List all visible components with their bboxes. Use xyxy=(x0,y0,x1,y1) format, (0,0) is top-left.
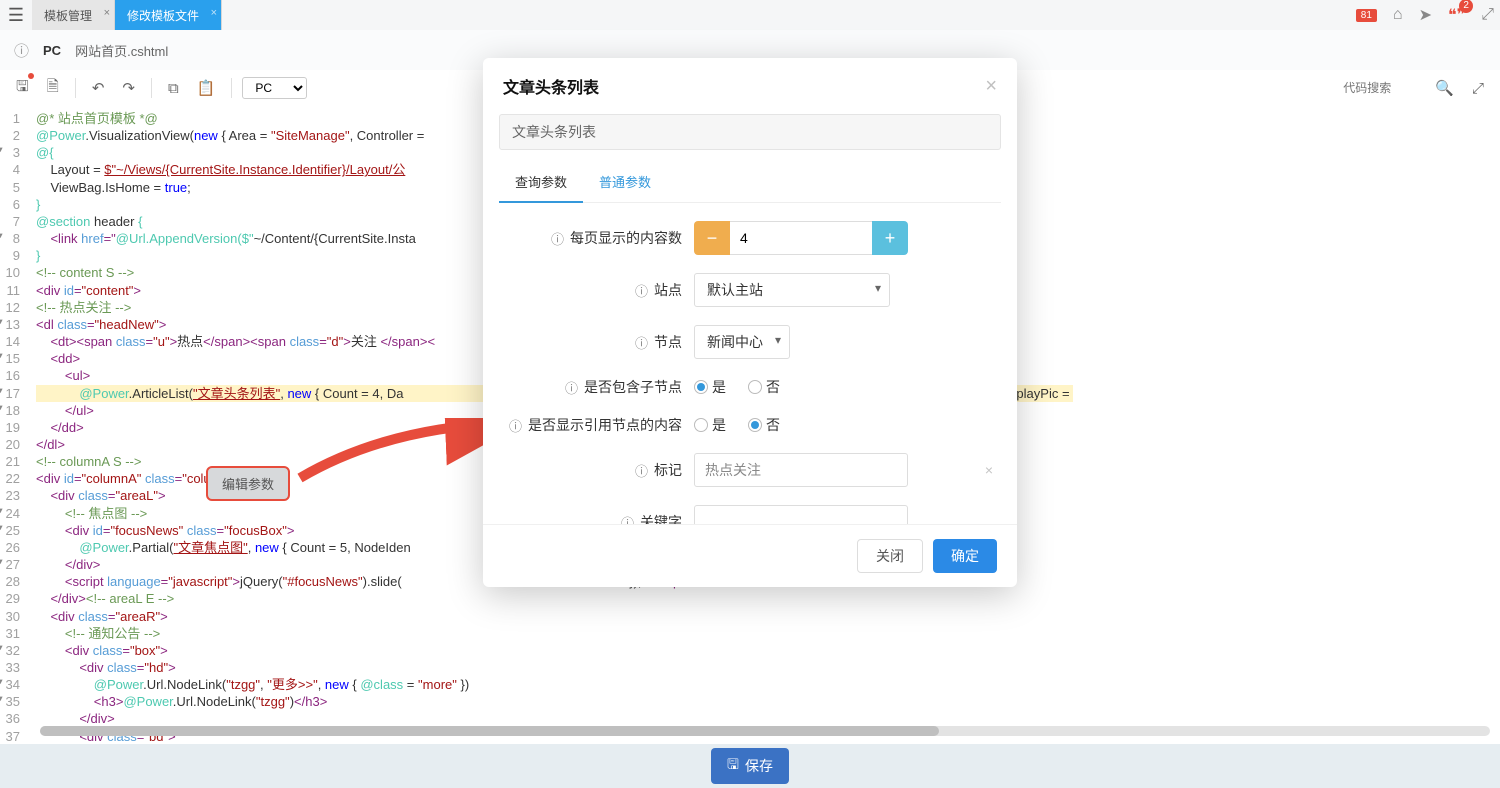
per-page-input[interactable] xyxy=(730,221,872,255)
info-icon: ⓘ xyxy=(551,229,564,248)
params-modal: 文章头条列表 × 查询参数普通参数 ⓘ 每页显示的内容数 − + ⓘ 站点 默认主站… xyxy=(483,58,1017,587)
undo-icon[interactable]: ↶ xyxy=(86,75,111,101)
top-tab-bar: ☰ 模板管理×修改模板文件× 81 ⌂ ➤ ❝❞2 ⤢ xyxy=(0,0,1500,30)
close-icon[interactable]: × xyxy=(985,75,997,98)
save-button[interactable]: 🖫 保存 xyxy=(711,748,789,784)
tag-label: 标记 xyxy=(654,460,682,480)
per-page-label: 每页显示的内容数 xyxy=(570,228,682,248)
info-icon[interactable]: ⓘ xyxy=(14,40,29,61)
site-label: 站点 xyxy=(654,280,682,300)
show-ref-label: 是否显示引用节点的内容 xyxy=(528,415,682,435)
redo-icon[interactable]: ↷ xyxy=(116,75,141,101)
node-select[interactable]: 新闻中心 xyxy=(694,325,790,359)
file-name: 网站首页.cshtml xyxy=(75,41,168,60)
chat-badge: 2 xyxy=(1459,0,1473,13)
show-ref-yes[interactable]: 是 xyxy=(694,415,726,435)
close-icon[interactable]: × xyxy=(211,7,217,19)
horizontal-scrollbar[interactable] xyxy=(40,726,1490,736)
chat-icon[interactable]: ❝❞2 xyxy=(1448,5,1465,25)
stepper-minus-button[interactable]: − xyxy=(694,221,730,255)
per-page-stepper: − + xyxy=(694,221,908,255)
keyword-label: 关键字 xyxy=(640,512,682,524)
paste-icon[interactable]: 📋 xyxy=(191,75,222,101)
save-button-label: 保存 xyxy=(745,756,773,776)
new-file-icon[interactable]: 🗎 xyxy=(41,72,65,105)
save-icon: 🖫 xyxy=(727,754,739,778)
copy-icon[interactable]: ⧉ xyxy=(162,76,185,101)
save-icon[interactable]: 🖫 xyxy=(10,72,35,105)
expand-icon[interactable]: ⤢ xyxy=(1466,76,1490,101)
info-icon: ⓘ xyxy=(621,513,634,525)
show-ref-no[interactable]: 否 xyxy=(748,415,780,435)
rocket-icon[interactable]: ➤ xyxy=(1419,5,1432,25)
info-icon: ⓘ xyxy=(509,416,522,435)
info-icon: ⓘ xyxy=(635,461,648,480)
include-children-label: 是否包含子节点 xyxy=(584,377,682,397)
annotation-arrow-icon xyxy=(295,418,515,491)
tag-input[interactable] xyxy=(694,453,908,487)
site-select[interactable]: 默认主站 xyxy=(694,273,890,307)
page-tab[interactable]: 模板管理× xyxy=(32,0,115,30)
menu-toggle-icon[interactable]: ☰ xyxy=(0,0,32,30)
page-tab[interactable]: 修改模板文件× xyxy=(115,0,222,30)
platform-label: PC xyxy=(43,43,61,58)
home-icon[interactable]: ⌂ xyxy=(1393,6,1403,24)
include-children-no[interactable]: 否 xyxy=(748,377,780,397)
close-button[interactable]: 关闭 xyxy=(857,539,923,573)
close-icon[interactable]: × xyxy=(104,7,110,19)
info-icon: ⓘ xyxy=(635,333,648,352)
confirm-button[interactable]: 确定 xyxy=(933,539,997,573)
modal-tab[interactable]: 查询参数 xyxy=(499,162,583,203)
info-icon: ⓘ xyxy=(565,378,578,397)
stepper-plus-button[interactable]: + xyxy=(872,221,908,255)
search-icon[interactable]: 🔍 xyxy=(1429,75,1460,101)
code-search-input[interactable] xyxy=(1343,81,1423,95)
keyword-input[interactable] xyxy=(694,505,908,524)
info-icon: ⓘ xyxy=(635,281,648,300)
node-label: 节点 xyxy=(654,332,682,352)
clear-icon[interactable]: × xyxy=(985,462,993,478)
modal-title: 文章头条列表 xyxy=(503,74,599,98)
notification-badge[interactable]: 81 xyxy=(1356,9,1377,22)
include-children-yes[interactable]: 是 xyxy=(694,377,726,397)
device-select[interactable]: PC xyxy=(242,77,307,99)
edit-params-button[interactable]: 编辑参数 xyxy=(206,466,290,501)
modal-tab[interactable]: 普通参数 xyxy=(583,162,667,202)
footer-bar: 🖫 保存 xyxy=(0,744,1500,788)
fullscreen-icon[interactable]: ⤢ xyxy=(1481,6,1494,24)
template-name-input[interactable] xyxy=(499,114,1001,150)
